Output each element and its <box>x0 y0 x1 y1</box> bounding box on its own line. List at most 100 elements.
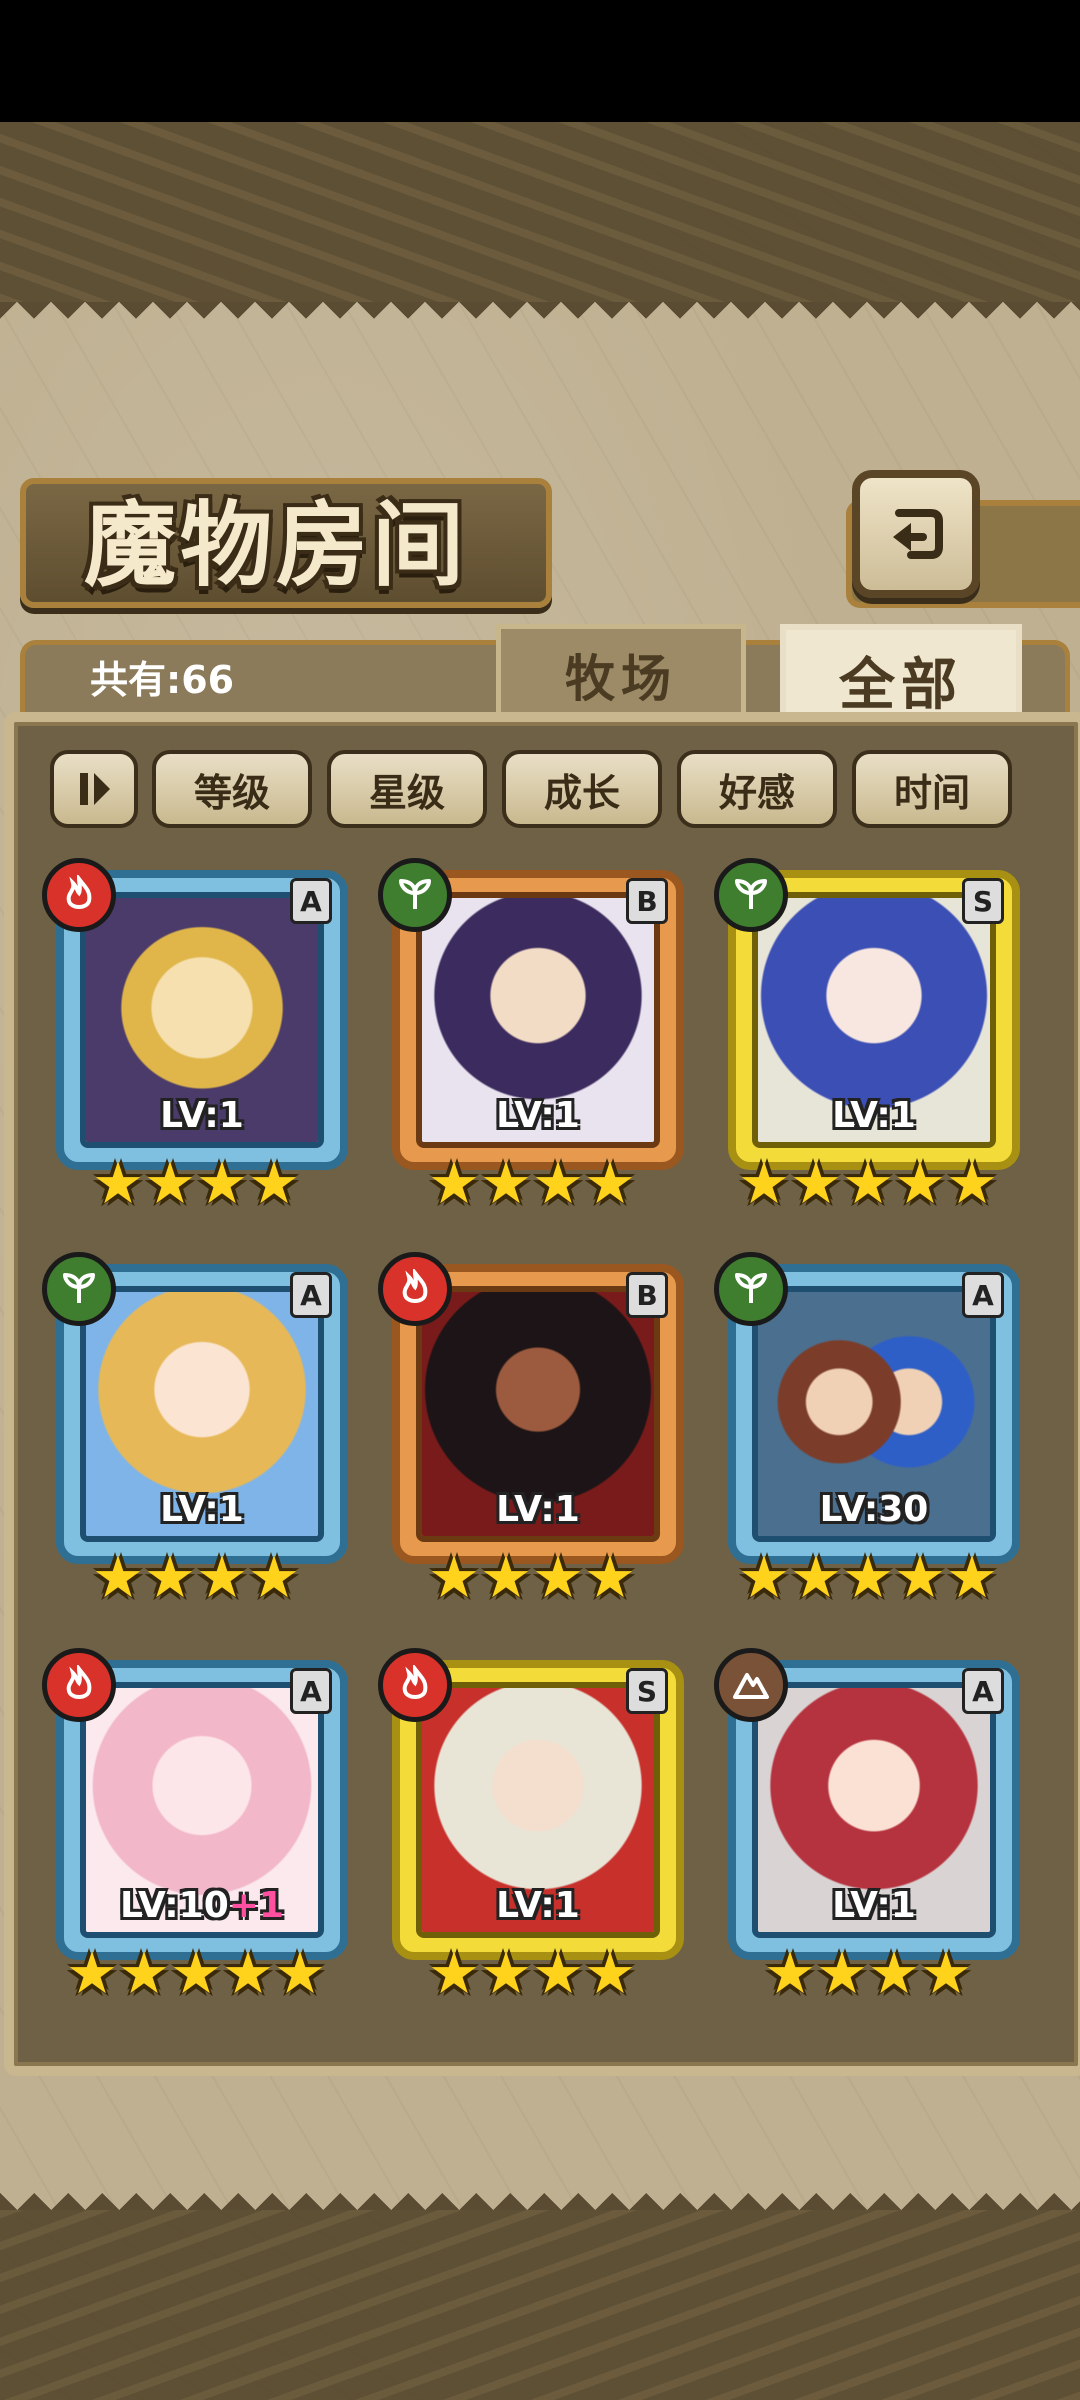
fire-element-badge <box>378 1648 452 1722</box>
rock-element-icon <box>733 1673 769 1699</box>
rank-badge: A <box>962 1668 1004 1714</box>
monster-card[interactable]: LV:1 B ★ ★ ★ ★ <box>378 858 684 1218</box>
leaf-element-badge <box>42 1252 116 1326</box>
sort-time-button[interactable]: 时间 <box>852 750 1012 828</box>
leaf-element-icon <box>63 1273 95 1303</box>
leaf-element-icon <box>735 1273 767 1303</box>
rank-badge: A <box>962 1272 1004 1318</box>
star-icon: ★ <box>842 1543 894 1611</box>
sort-level-button[interactable]: 等级 <box>152 750 312 828</box>
star-icon: ★ <box>92 1149 144 1217</box>
monster-card[interactable]: LV:1 S ★ ★ ★ ★ <box>378 1648 684 2008</box>
star-icon: ★ <box>584 1543 636 1611</box>
monster-card[interactable]: LV:1 A ★ ★ ★ ★ <box>42 858 348 1218</box>
monster-level: LV:1 <box>86 1095 318 1136</box>
star-icon: ★ <box>248 1543 300 1611</box>
rank-badge: B <box>626 1272 668 1318</box>
monster-portrait-frame: LV:30 <box>752 1286 996 1542</box>
star-icon: ★ <box>196 1543 248 1611</box>
level-text: LV:10 <box>120 1885 229 1926</box>
rank-badge: S <box>962 878 1004 924</box>
parchment-edge-bottom <box>0 2176 1080 2210</box>
fire-element-badge <box>378 1252 452 1326</box>
star-icon: ★ <box>196 1149 248 1217</box>
monster-card[interactable]: LV:30 A ★ ★ ★ ★ ★ <box>714 1252 1020 1612</box>
level-text: LV:1 <box>496 1489 580 1530</box>
monster-card[interactable]: LV:1 A ★ ★ ★ ★ <box>42 1252 348 1612</box>
star-icon: ★ <box>790 1543 842 1611</box>
page-title: 魔物房间 <box>83 490 468 599</box>
sort-order-icon <box>80 773 110 805</box>
star-icon: ★ <box>842 1149 894 1217</box>
monster-portrait-frame: LV:1 <box>416 1286 660 1542</box>
status-bar <box>0 0 1080 122</box>
fire-element-icon <box>402 1269 428 1303</box>
star-icon: ★ <box>764 1939 816 2007</box>
sort-affection-button[interactable]: 好感 <box>677 750 837 828</box>
back-button[interactable] <box>852 470 980 598</box>
monster-card[interactable]: LV:1 S ★ ★ ★ ★ ★ <box>714 858 1020 1218</box>
map-strip-bottom <box>0 2210 1080 2400</box>
leaf-element-badge <box>714 858 788 932</box>
rank-badge: A <box>290 1272 332 1318</box>
level-text: LV:1 <box>832 1095 916 1136</box>
star-rating: ★ ★ ★ ★ ★ <box>718 1548 1018 1606</box>
monster-card[interactable]: LV:10+1 A ★ ★ ★ ★ ★ <box>42 1648 348 2008</box>
fire-element-icon <box>66 1665 92 1699</box>
monster-portrait-frame: LV:1 <box>416 1682 660 1938</box>
star-icon: ★ <box>428 1149 480 1217</box>
star-icon: ★ <box>790 1149 842 1217</box>
rank-badge: S <box>626 1668 668 1714</box>
star-icon: ★ <box>584 1149 636 1217</box>
level-text: LV:30 <box>819 1489 929 1530</box>
fire-element-badge <box>42 858 116 932</box>
level-text: LV:1 <box>496 1095 580 1136</box>
star-icon: ★ <box>584 1939 636 2007</box>
tab-farm[interactable]: 牧场 <box>496 624 746 721</box>
monster-card[interactable]: LV:1 B ★ ★ ★ ★ <box>378 1252 684 1612</box>
star-icon: ★ <box>170 1939 222 2007</box>
fire-element-badge <box>42 1648 116 1722</box>
star-rating: ★ ★ ★ ★ <box>46 1548 346 1606</box>
monster-portrait-frame: LV:10+1 <box>80 1682 324 1938</box>
star-rating: ★ ★ ★ ★ <box>382 1548 682 1606</box>
monster-level: LV:30 <box>758 1489 990 1530</box>
monster-portrait-frame: LV:1 <box>752 892 996 1148</box>
star-icon: ★ <box>868 1939 920 2007</box>
parchment-edge-top <box>0 302 1080 336</box>
monster-card[interactable]: LV:1 A ★ ★ ★ ★ <box>714 1648 1020 2008</box>
sort-order-toggle[interactable] <box>50 750 138 828</box>
sort-growth-button[interactable]: 成长 <box>502 750 662 828</box>
star-icon: ★ <box>144 1543 196 1611</box>
leaf-element-badge <box>714 1252 788 1326</box>
star-icon: ★ <box>946 1149 998 1217</box>
star-icon: ★ <box>428 1543 480 1611</box>
rock-element-badge <box>714 1648 788 1722</box>
map-strip-top <box>0 122 1080 302</box>
monster-level: LV:1 <box>758 1885 990 1926</box>
return-arrow-icon <box>893 509 943 559</box>
monster-count: 共有:66 <box>90 658 235 702</box>
monster-portrait-frame: LV:1 <box>80 892 324 1148</box>
monster-level: LV:1 <box>422 1885 654 1926</box>
star-icon: ★ <box>274 1939 326 2007</box>
level-bonus: +1 <box>228 1885 284 1926</box>
star-icon: ★ <box>118 1939 170 2007</box>
level-text: LV:1 <box>496 1885 580 1926</box>
star-icon: ★ <box>66 1939 118 2007</box>
sort-star-button[interactable]: 星级 <box>327 750 487 828</box>
star-icon: ★ <box>532 1939 584 2007</box>
fire-element-icon <box>66 875 92 909</box>
star-rating: ★ ★ ★ ★ <box>46 1154 346 1212</box>
star-icon: ★ <box>480 1543 532 1611</box>
star-rating: ★ ★ ★ ★ <box>382 1154 682 1212</box>
monster-level: LV:10+1 <box>86 1885 318 1926</box>
star-rating: ★ ★ ★ ★ ★ <box>46 1944 346 2002</box>
level-text: LV:1 <box>160 1095 244 1136</box>
monster-level: LV:1 <box>422 1095 654 1136</box>
monster-level: LV:1 <box>86 1489 318 1530</box>
star-icon: ★ <box>222 1939 274 2007</box>
star-icon: ★ <box>92 1543 144 1611</box>
rank-badge: A <box>290 878 332 924</box>
star-icon: ★ <box>738 1543 790 1611</box>
